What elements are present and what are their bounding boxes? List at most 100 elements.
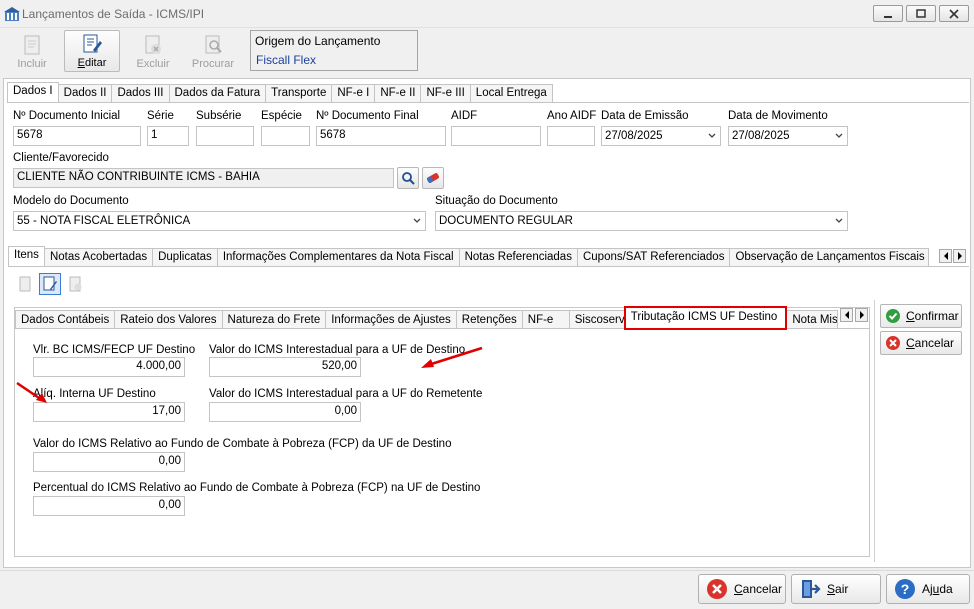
delete-item-icon xyxy=(69,276,82,292)
ajuda-label: Ajuda xyxy=(922,582,953,596)
tab-rateio-valores[interactable]: Rateio dos Valores xyxy=(114,310,223,328)
tab-info-ajustes[interactable]: Informações de Ajustes xyxy=(325,310,457,328)
exit-door-icon xyxy=(802,580,821,598)
tab-cupons-sat[interactable]: Cupons/SAT Referenciados xyxy=(576,248,731,266)
data-movimento-label: Data de Movimento xyxy=(728,110,828,122)
excluir-label: Excluir xyxy=(136,58,170,70)
tab-itens[interactable]: Itens xyxy=(8,246,45,266)
annotation-arrow-icon xyxy=(16,381,47,403)
incluir-button[interactable]: Incluir xyxy=(4,30,60,72)
tab-nfe-ii[interactable]: NF-e II xyxy=(374,84,422,102)
aliq-interna-input[interactable]: 17,00 xyxy=(33,402,185,422)
num-doc-final-label: Nº Documento Final xyxy=(316,110,419,122)
tab-nfe-iii[interactable]: NF-e III xyxy=(420,84,471,102)
data-emissao-label: Data de Emissão xyxy=(601,110,689,122)
serie-input[interactable]: 1 xyxy=(147,126,189,146)
ajuda-button[interactable]: ? Ajuda xyxy=(886,574,970,604)
tab-notas-referenciadas[interactable]: Notas Referenciadas xyxy=(458,248,578,266)
cancelar-item-button[interactable]: Cancelar xyxy=(880,331,962,355)
tab-natureza-frete[interactable]: Natureza do Frete xyxy=(221,310,327,328)
tab-dados-fatura[interactable]: Dados da Fatura xyxy=(168,84,267,102)
close-button[interactable] xyxy=(939,5,969,22)
procurar-button[interactable]: Procurar xyxy=(185,30,241,72)
modelo-select[interactable]: 55 - NOTA FISCAL ELETRÔNICA xyxy=(13,211,426,231)
chevron-down-icon[interactable] xyxy=(707,131,717,141)
vlr-icms-rem-label: Valor do ICMS Interestadual para a UF do… xyxy=(209,388,483,400)
cancel-icon xyxy=(886,336,900,350)
building-icon xyxy=(4,7,20,21)
tab-nfe[interactable]: NF-e xyxy=(521,310,570,328)
tab-dados-i[interactable]: Dados I xyxy=(7,82,59,102)
ano-aidf-input[interactable] xyxy=(547,126,595,146)
close-icon xyxy=(949,8,959,19)
tab-duplicatas[interactable]: Duplicatas xyxy=(152,248,218,266)
clear-cliente-button[interactable] xyxy=(422,167,444,189)
sub-tabs: Dados Contábeis Rateio dos Valores Natur… xyxy=(15,306,839,330)
subtabs-scroll-right[interactable] xyxy=(855,308,868,322)
subserie-input[interactable] xyxy=(196,126,254,146)
confirmar-button[interactable]: Confirmar xyxy=(880,304,962,328)
vlr-icms-rem-input[interactable]: 0,00 xyxy=(209,402,361,422)
num-doc-inicial-input[interactable]: 5678 xyxy=(13,126,141,146)
delete-item-button[interactable] xyxy=(65,274,85,294)
add-item-button[interactable] xyxy=(15,274,35,294)
maximize-button[interactable] xyxy=(906,5,936,22)
tab-notas-acobertadas[interactable]: Notas Acobertadas xyxy=(43,248,154,266)
tab-siscoserv[interactable]: Siscoserv xyxy=(568,310,625,328)
num-doc-inicial-label: Nº Documento Inicial xyxy=(13,110,121,122)
search-cliente-button[interactable] xyxy=(397,167,419,189)
tab-info-complementares[interactable]: Informações Complementares da Nota Fisca… xyxy=(216,248,460,266)
item-tabs: Itens Notas Acobertadas Duplicatas Infor… xyxy=(8,246,930,266)
footer-cancelar-label: Cancelar xyxy=(734,582,783,596)
cliente-input[interactable]: CLIENTE NÃO CONTRIBUINTE ICMS - BAHIA xyxy=(13,168,394,188)
edit-item-button[interactable] xyxy=(39,273,61,295)
tab-local-entrega[interactable]: Local Entrega xyxy=(469,84,553,102)
eraser-icon xyxy=(427,173,439,183)
tab-observacao[interactable]: Observação de Lançamentos Fiscais (C xyxy=(729,248,930,266)
tab-tributacao-icms-uf-destino[interactable]: Tributação ICMS UF Destino xyxy=(623,306,788,330)
check-icon xyxy=(886,309,900,323)
arrow-right-icon xyxy=(859,311,864,319)
tab-dados-iii[interactable]: Dados III xyxy=(111,84,170,102)
subtabs-scroll-left[interactable] xyxy=(840,308,853,322)
chevron-down-icon[interactable] xyxy=(412,216,422,226)
aidf-input[interactable] xyxy=(451,126,541,146)
minimize-icon xyxy=(884,15,892,18)
especie-input[interactable] xyxy=(261,126,310,146)
vlr-fcp-input[interactable]: 0,00 xyxy=(33,452,185,472)
tab-transporte[interactable]: Transporte xyxy=(265,84,333,102)
tab-nota-mista[interactable]: Nota Mist xyxy=(786,310,839,328)
edit-document-icon xyxy=(83,34,102,53)
chevron-down-icon[interactable] xyxy=(834,131,844,141)
vlr-fcp-label: Valor do ICMS Relativo ao Fundo de Comba… xyxy=(33,438,452,450)
editar-button[interactable]: Editar xyxy=(64,30,120,72)
incluir-label: Incluir xyxy=(17,58,47,70)
cancelar-button[interactable]: Cancelar xyxy=(698,574,786,604)
chevron-down-icon[interactable] xyxy=(834,216,844,226)
window-title: Lançamentos de Saída - ICMS/IPI xyxy=(22,7,205,21)
tabs-scroll-left[interactable] xyxy=(939,249,952,263)
data-movimento-picker[interactable]: 27/08/2025 xyxy=(728,126,848,146)
tab-retencoes[interactable]: Retenções xyxy=(455,310,523,328)
tab-nfe-i[interactable]: NF-e I xyxy=(331,84,376,102)
situacao-label: Situação do Documento xyxy=(435,195,558,207)
help-icon: ? xyxy=(895,579,915,599)
vlr-bc-input[interactable]: 4.000,00 xyxy=(33,357,185,377)
subserie-label: Subsérie xyxy=(196,110,242,122)
tab-dados-contabeis[interactable]: Dados Contábeis xyxy=(15,310,116,328)
modelo-label: Modelo do Documento xyxy=(13,195,129,207)
procurar-label: Procurar xyxy=(191,58,235,70)
num-doc-final-input[interactable]: 5678 xyxy=(316,126,446,146)
cancel-icon xyxy=(707,579,727,599)
tabs-scroll-right[interactable] xyxy=(953,249,966,263)
sair-button[interactable]: Sair xyxy=(791,574,881,604)
perc-fcp-input[interactable]: 0,00 xyxy=(33,496,185,516)
situacao-select[interactable]: DOCUMENTO REGULAR xyxy=(435,211,848,231)
vlr-icms-dest-input[interactable]: 520,00 xyxy=(209,357,361,377)
minimize-button[interactable] xyxy=(873,5,903,22)
excluir-button[interactable]: Excluir xyxy=(125,30,181,72)
tab-dados-ii[interactable]: Dados II xyxy=(57,84,113,102)
data-emissao-picker[interactable]: 27/08/2025 xyxy=(601,126,721,146)
annotation-arrow-icon xyxy=(421,346,483,368)
cliente-label: Cliente/Favorecido xyxy=(13,152,109,164)
